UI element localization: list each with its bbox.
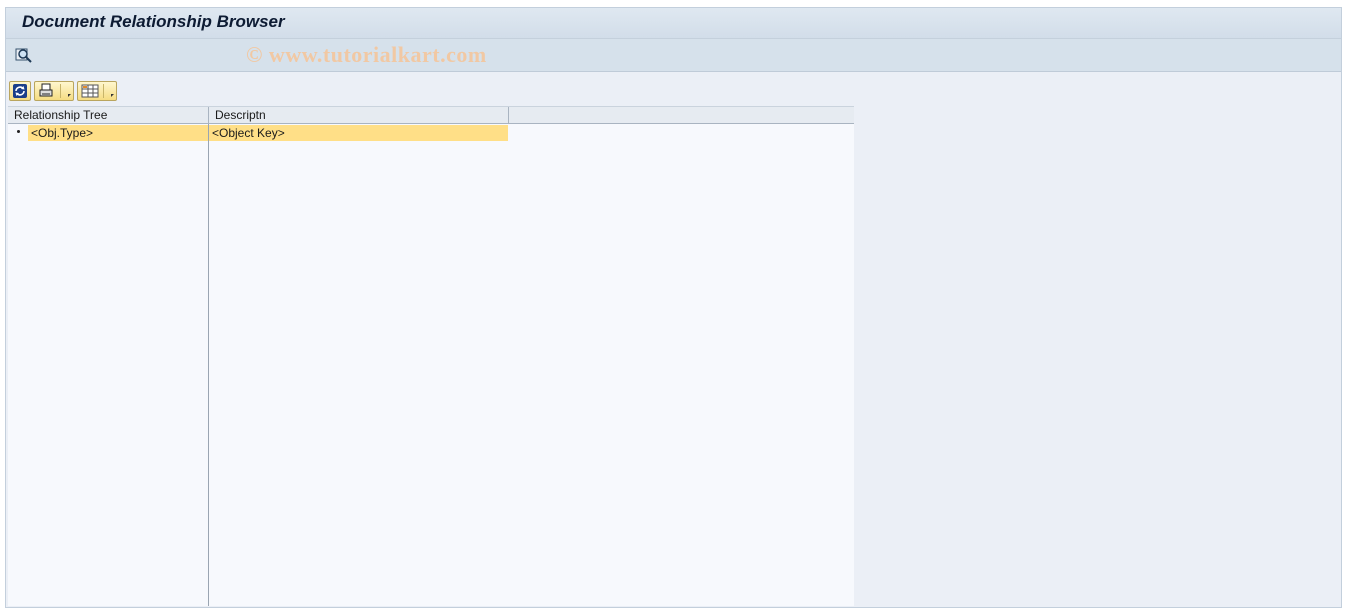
execute-button[interactable] [14, 45, 34, 65]
description-cell[interactable]: <Object Key> [209, 125, 508, 141]
layout-grid-icon [81, 84, 99, 98]
print-button[interactable] [34, 81, 74, 101]
layout-button[interactable] [77, 81, 117, 101]
relationship-grid: Relationship Tree Descriptn <Obj.Type> <… [8, 106, 854, 606]
split-separator [60, 84, 61, 98]
watermark-text: © www.tutorialkart.com [246, 42, 487, 67]
refresh-button[interactable] [9, 81, 31, 101]
grid-toolbar [9, 81, 117, 103]
print-icon [39, 83, 53, 97]
table-row[interactable]: <Obj.Type> <Object Key> [8, 125, 854, 141]
tree-node-bullet [17, 130, 20, 133]
column-header-description[interactable]: Descriptn [209, 107, 509, 124]
page-title: Document Relationship Browser [22, 12, 285, 31]
execute-magnifier-icon [15, 48, 32, 63]
title-bar: Document Relationship Browser [6, 8, 1341, 39]
column-divider [208, 124, 209, 606]
column-header-relationship-tree[interactable]: Relationship Tree [8, 107, 209, 124]
grid-header: Relationship Tree Descriptn [8, 106, 854, 124]
dropdown-arrow-icon[interactable] [68, 94, 71, 97]
refresh-icon [13, 84, 27, 98]
tree-node-cell[interactable]: <Obj.Type> [28, 125, 208, 141]
split-separator [103, 84, 104, 98]
application-toolbar: © www.tutorialkart.com [6, 39, 1341, 72]
dropdown-arrow-icon[interactable] [111, 94, 114, 97]
